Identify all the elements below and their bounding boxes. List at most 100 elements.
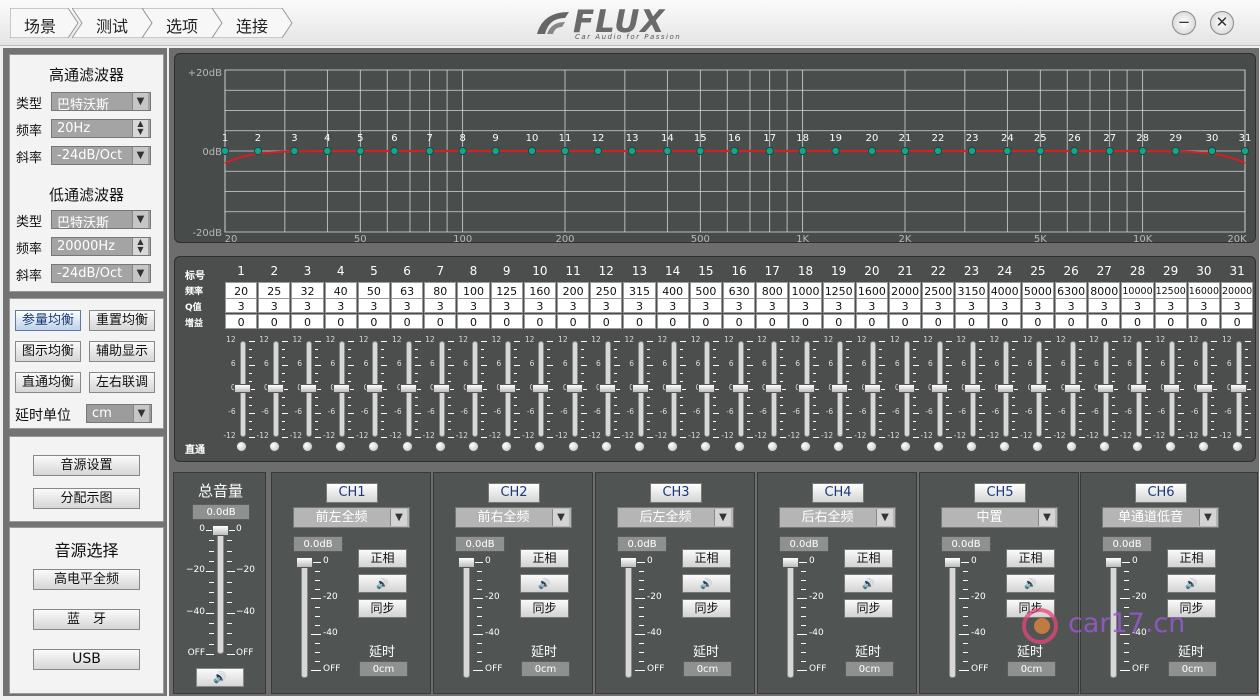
slider-knob[interactable] bbox=[598, 384, 616, 393]
delay-value[interactable]: 0cm bbox=[359, 661, 408, 677]
slider-knob[interactable] bbox=[458, 557, 475, 568]
delay-value[interactable]: 0cm bbox=[1168, 661, 1217, 677]
band-gain-slider[interactable]: 1260-6-12 bbox=[755, 335, 789, 440]
bypass-toggle[interactable] bbox=[534, 441, 546, 452]
band-q-cell[interactable]: 3 bbox=[1187, 298, 1220, 313]
slider-knob[interactable] bbox=[1196, 384, 1214, 393]
bypass-toggle[interactable] bbox=[800, 441, 811, 452]
band-freqs-cell[interactable]: 12500 bbox=[1154, 282, 1187, 299]
slider-knob[interactable] bbox=[1130, 384, 1147, 393]
band-gain-slider[interactable]: 1260-6-12 bbox=[589, 335, 623, 440]
band-freqs-cell[interactable]: 2500 bbox=[922, 282, 955, 299]
band-q-cell[interactable]: 3 bbox=[1021, 298, 1054, 313]
slider-knob[interactable] bbox=[620, 557, 637, 568]
eq-point[interactable] bbox=[1036, 146, 1045, 156]
band-gain-cell[interactable]: 0 bbox=[1121, 314, 1154, 329]
band-freqs-cell[interactable]: 8000 bbox=[1088, 282, 1121, 299]
slider-knob[interactable] bbox=[1163, 384, 1181, 393]
band-gain-slider[interactable]: 1260-6-12 bbox=[987, 335, 1021, 440]
channel-assign-select[interactable]: 后右全频 ▼ bbox=[779, 507, 896, 528]
band-gain-cell[interactable]: 0 bbox=[855, 314, 888, 329]
band-q-cell[interactable]: 3 bbox=[723, 298, 756, 313]
bypass-toggle[interactable] bbox=[268, 441, 280, 452]
eq-point[interactable] bbox=[730, 146, 739, 156]
band-gain-cell[interactable]: 0 bbox=[490, 314, 523, 329]
eq-point[interactable] bbox=[1207, 146, 1217, 156]
channel-assign-select[interactable]: 后左全频 ▼ bbox=[617, 507, 734, 528]
band-gain-slider[interactable]: 1260-6-12 bbox=[688, 335, 722, 440]
band-gain-slider[interactable]: 1260-6-12 bbox=[1087, 335, 1121, 440]
eq-point[interactable] bbox=[1105, 146, 1114, 156]
band-q-cell[interactable]: 3 bbox=[557, 298, 590, 313]
band-freqs-cell[interactable]: 200 bbox=[557, 282, 590, 299]
mute-button[interactable]: 🔊 bbox=[844, 574, 893, 593]
band-q-cell[interactable]: 3 bbox=[590, 298, 623, 313]
eq-point[interactable] bbox=[933, 146, 943, 156]
channel-assign-select[interactable]: 单通道低音 ▼ bbox=[1102, 507, 1219, 528]
band-freqs-cell[interactable]: 6300 bbox=[1055, 282, 1088, 299]
eq-point[interactable] bbox=[290, 146, 299, 156]
channel-name[interactable]: CH1 bbox=[326, 483, 378, 503]
band-q-cell[interactable]: 3 bbox=[988, 298, 1021, 313]
band-q-cell[interactable]: 3 bbox=[457, 298, 490, 313]
slider-knob[interactable] bbox=[930, 384, 948, 393]
band-gain-slider[interactable]: 1260-6-12 bbox=[423, 335, 457, 440]
eq-point[interactable] bbox=[765, 146, 774, 156]
eq-point[interactable] bbox=[390, 146, 399, 156]
channel-name[interactable]: CH5 bbox=[974, 483, 1026, 503]
band-gain-cell[interactable]: 0 bbox=[689, 314, 722, 329]
hpf-freq-spinner[interactable]: 20Hz ▲ ▼ bbox=[51, 119, 151, 138]
band-gain-slider[interactable]: 1260-6-12 bbox=[257, 335, 291, 440]
band-gain-slider[interactable]: 1260-6-12 bbox=[290, 335, 324, 440]
source-usb-button[interactable]: USB bbox=[33, 649, 140, 670]
band-freqs-cell[interactable]: 315 bbox=[623, 282, 656, 299]
band-gain-cell[interactable]: 0 bbox=[1088, 314, 1121, 329]
slider-knob[interactable] bbox=[366, 384, 384, 393]
bypass-toggle[interactable] bbox=[600, 441, 612, 452]
eq-point[interactable] bbox=[220, 146, 230, 156]
band-gain-slider[interactable]: 1260-6-12 bbox=[821, 335, 855, 440]
slider-knob[interactable] bbox=[831, 384, 849, 393]
bypass-toggle[interactable] bbox=[766, 441, 778, 452]
phase-button[interactable]: 正相 bbox=[682, 549, 731, 568]
slider-knob[interactable] bbox=[532, 384, 550, 393]
band-gain-cell[interactable]: 0 bbox=[822, 314, 855, 329]
bypass-toggle[interactable] bbox=[1065, 441, 1077, 452]
band-gain-cell[interactable]: 0 bbox=[557, 314, 590, 329]
band-gain-cell[interactable]: 0 bbox=[1187, 314, 1220, 329]
delay-value[interactable]: 0cm bbox=[1007, 661, 1056, 677]
band-freqs-cell[interactable]: 250 bbox=[590, 282, 623, 299]
band-gain-slider[interactable]: 1260-6-12 bbox=[954, 335, 988, 440]
eq-graph-svg[interactable]: +20dB0dB-20dB20 50 100 200 500 1K 2K 5K 10K 20K1 2… bbox=[175, 54, 1257, 245]
band-gain-slider[interactable]: 1260-6-12 bbox=[389, 335, 424, 440]
channel-volume-slider[interactable]: 0 -20 -40 OFF bbox=[455, 556, 525, 682]
sync-button[interactable]: 同步 bbox=[358, 599, 407, 618]
slider-knob[interactable] bbox=[698, 384, 716, 393]
lpf-freq-spinner[interactable]: 20000Hz ▲ ▼ bbox=[51, 237, 151, 256]
close-button[interactable]: ✕ bbox=[1210, 11, 1234, 35]
delay-value[interactable]: 0cm bbox=[521, 661, 570, 677]
channel-volume-slider[interactable]: 0 -20 -40 OFF bbox=[293, 556, 363, 682]
source-high-level-button[interactable]: 高电平全频 bbox=[33, 569, 140, 590]
mute-button[interactable]: 🔊 bbox=[1006, 574, 1055, 593]
slider-knob[interactable] bbox=[665, 384, 683, 393]
band-gain-cell[interactable]: 0 bbox=[1021, 314, 1054, 329]
band-q-cell[interactable]: 3 bbox=[225, 298, 258, 313]
slider-knob[interactable] bbox=[1063, 384, 1081, 393]
slider-knob[interactable] bbox=[731, 384, 749, 393]
bypass-toggle[interactable] bbox=[434, 441, 446, 452]
bypass-toggle[interactable] bbox=[335, 441, 347, 452]
band-freqs-cell[interactable]: 5000 bbox=[1021, 282, 1054, 299]
band-q-cell[interactable]: 3 bbox=[623, 298, 656, 313]
band-gain-cell[interactable]: 0 bbox=[1221, 314, 1254, 329]
band-gain-cell[interactable]: 0 bbox=[424, 314, 457, 329]
hpf-slope-select[interactable]: -24dB/Oct ▼ bbox=[51, 146, 151, 165]
link-lr-button[interactable]: 左右联调 bbox=[89, 372, 155, 393]
band-q-cell[interactable]: 3 bbox=[490, 298, 523, 313]
band-freqs-cell[interactable]: 50 bbox=[357, 282, 390, 299]
band-gain-cell[interactable]: 0 bbox=[523, 314, 556, 329]
breadcrumb-scene[interactable]: 场景 bbox=[10, 8, 80, 38]
phase-button[interactable]: 正相 bbox=[520, 549, 569, 568]
band-gain-slider[interactable]: 1260-6-12 bbox=[1053, 335, 1088, 440]
slider-knob[interactable] bbox=[499, 384, 517, 393]
